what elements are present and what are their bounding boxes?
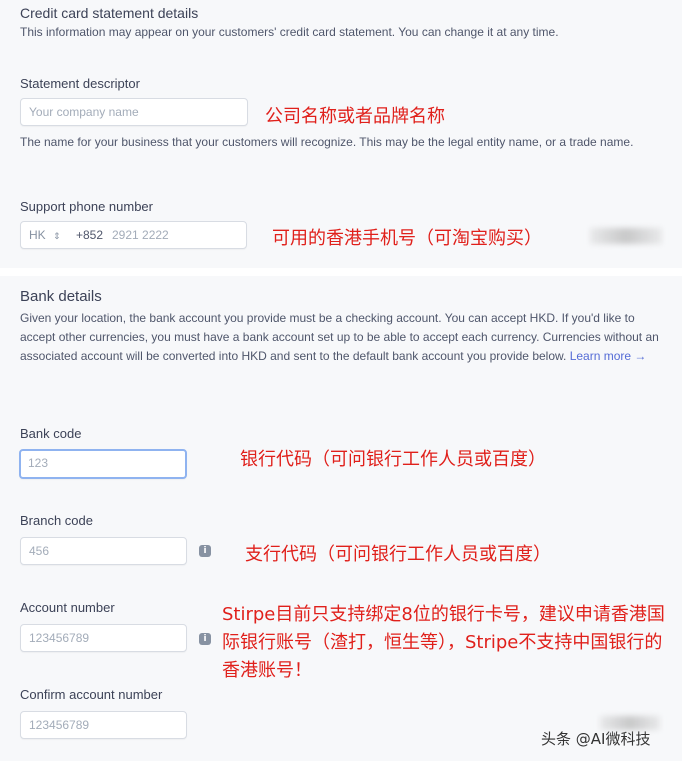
account-number-input[interactable]: 123456789 [20,624,187,652]
confirm-account-label: Confirm account number [20,687,163,702]
account-number-annotation: Stirpe目前只支持绑定8位的银行卡号，建议申请香港国际银行账号（渣打，恒生等… [222,604,665,681]
bank-code-placeholder: 123 [28,456,49,470]
support-phone-label: Support phone number [20,199,153,214]
bank-details-panel: Bank details Given your location, the ba… [0,276,682,761]
statement-descriptor-placeholder: Your company name [29,105,139,119]
redaction-blur [600,716,660,730]
branch-code-input[interactable]: 456 [20,537,187,565]
phone-prefix: +852 [76,228,104,242]
bank-section-intro: Given your location, the bank account yo… [20,309,660,366]
bank-code-annotation: 银行代码（可问银行工作人员或百度） [240,449,546,470]
bank-section-title: Bank details [20,288,102,305]
branch-code-annotation: 支行代码（可问银行工作人员或百度） [245,544,551,565]
branch-code-label: Branch code [20,513,93,528]
statement-details-panel: Credit card statement details This infor… [0,0,682,268]
statement-section-intro: This information may appear on your cust… [20,25,559,39]
info-icon[interactable]: i [199,633,211,645]
statement-descriptor-annotation: 公司名称或者品牌名称 [265,106,445,127]
confirm-account-placeholder: 123456789 [29,718,90,732]
learn-more-link[interactable]: Learn more → [570,349,647,363]
phone-country-code: HK [29,228,46,242]
statement-section-title: Credit card statement details [20,5,199,21]
account-number-placeholder: 123456789 [29,631,90,645]
panel-separator [0,268,682,276]
support-phone-annotation: 可用的香港手机号（可淘宝购买） [272,228,542,249]
bank-code-input[interactable]: 123 [19,449,187,479]
statement-descriptor-help: The name for your business that your cus… [20,135,634,149]
watermark: 头条 @AI微科技 [541,730,651,748]
chevron-updown-icon: ⇕ [53,231,61,241]
confirm-account-input[interactable]: 123456789 [20,711,187,739]
branch-code-placeholder: 456 [29,544,50,558]
account-number-label: Account number [20,600,115,615]
support-phone-input[interactable]: HK ⇕ +852 2921 2222 [20,221,247,249]
phone-placeholder: 2921 2222 [112,228,169,242]
statement-descriptor-input[interactable]: Your company name [20,98,248,126]
redaction-blur [590,228,662,244]
bank-code-label: Bank code [20,426,82,441]
bank-intro-text: Given your location, the bank account yo… [20,311,659,363]
info-icon[interactable]: i [199,545,211,557]
phone-country-select[interactable]: HK ⇕ [29,222,61,249]
statement-descriptor-label: Statement descriptor [20,76,140,91]
